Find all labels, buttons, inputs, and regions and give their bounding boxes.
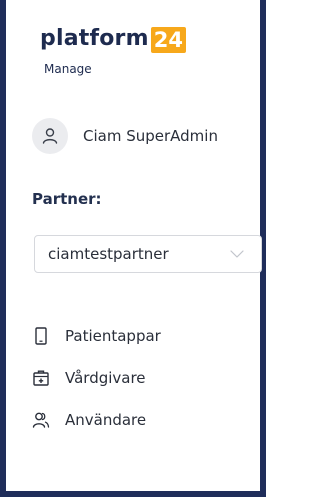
current-user[interactable]: Ciam SuperAdmin (32, 118, 218, 154)
sidebar-item-label: Patientappar (65, 327, 161, 345)
sidebar-item-patientappar[interactable]: Patientappar (32, 315, 258, 357)
sidebar-panel: platform 24 Manage Ciam SuperAdmin Partne… (0, 0, 266, 497)
logo-badge: 24 (150, 27, 186, 53)
mobile-icon (32, 327, 50, 345)
partner-label: Partner: (32, 190, 102, 208)
sidebar-nav: Patientappar Vårdgivare Användare (32, 315, 258, 441)
medical-kit-icon (32, 369, 50, 387)
partner-selected-value: ciamtestpartner (48, 245, 169, 263)
avatar (32, 118, 68, 154)
sidebar-item-anvandare[interactable]: Användare (32, 399, 258, 441)
platform24-logo[interactable]: platform 24 (40, 24, 186, 64)
sidebar-item-label: Vårdgivare (65, 369, 146, 387)
sidebar-item-vardgivare[interactable]: Vårdgivare (32, 357, 258, 399)
partner-select[interactable]: ciamtestpartner (34, 235, 262, 273)
user-icon (42, 128, 58, 144)
logo-wordmark: platform (40, 26, 149, 51)
app-subtitle: Manage (44, 62, 92, 76)
user-name: Ciam SuperAdmin (83, 127, 218, 145)
sidebar-item-label: Användare (65, 411, 147, 429)
users-icon (32, 411, 50, 429)
chevron-down-icon (230, 250, 244, 258)
